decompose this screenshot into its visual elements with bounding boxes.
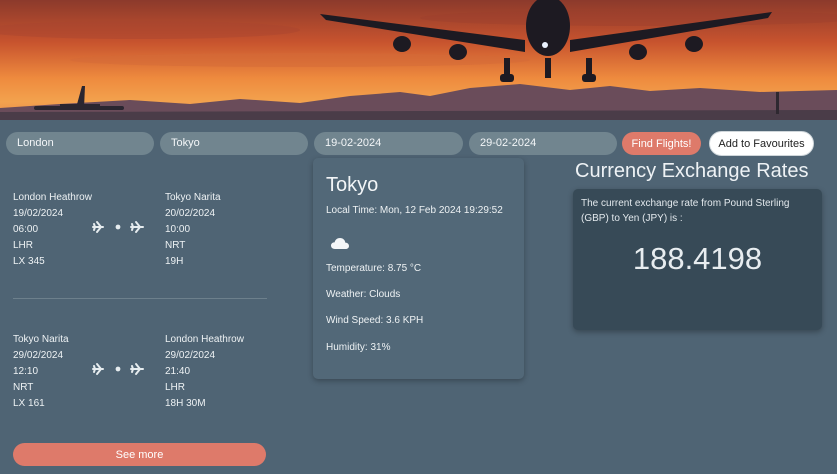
arrival-code: LHR	[165, 382, 186, 393]
arrival-time: 10:00	[165, 224, 191, 235]
airplane-sunset-image	[0, 0, 837, 120]
flight-route-icon	[92, 363, 144, 375]
weather-city: Tokyo	[326, 174, 379, 196]
local-time: Local Time: Mon, 12 Feb 2024 19:29:52	[326, 205, 503, 216]
flight-results: London Heathrow 19/02/2024 06:00 LHR LX …	[0, 160, 300, 474]
temperature: Temperature: 8.75 °C	[326, 263, 422, 274]
see-more-button[interactable]: See more	[13, 443, 266, 466]
currency-title: Currency Exchange Rates	[575, 160, 809, 182]
inbound-arrival: London Heathrow 29/02/2024 21:40 LHR 18H…	[165, 332, 285, 412]
cloud-icon	[331, 238, 349, 249]
flight-number: LX 345	[13, 256, 45, 267]
weather-card: Tokyo Local Time: Mon, 12 Feb 2024 19:29…	[313, 158, 524, 379]
find-flights-button[interactable]: Find Flights!	[622, 132, 701, 155]
arrival-code: NRT	[165, 240, 186, 251]
exchange-rate-value: 188.4198	[632, 241, 763, 276]
arrival-date: 29/02/2024	[165, 350, 216, 361]
arrival-airport: London Heathrow	[165, 334, 244, 345]
departure-airport: London Heathrow	[13, 192, 92, 203]
wind-speed: Wind Speed: 3.6 KPH	[326, 315, 424, 326]
currency-card: The current exchange rate from Pound Ste…	[573, 189, 822, 330]
destination-input[interactable]	[160, 132, 308, 155]
flight-route-icon	[92, 221, 144, 233]
arrival-airport: Tokyo Narita	[165, 192, 221, 203]
arrival-time: 21:40	[165, 366, 191, 377]
exchange-description: The current exchange rate from Pound Ste…	[581, 198, 790, 224]
search-bar: Find Flights! Add to Favourites	[6, 131, 831, 156]
origin-input[interactable]	[6, 132, 154, 155]
departure-airport: Tokyo Narita	[13, 334, 69, 345]
departure-code: LHR	[13, 240, 34, 251]
return-date-input[interactable]	[469, 132, 617, 155]
arrival-date: 20/02/2024	[165, 208, 216, 219]
flight-number: LX 161	[13, 398, 45, 409]
flight-duration: 18H 30M	[165, 398, 206, 409]
humidity: Humidity: 31%	[326, 342, 391, 353]
weather-condition: Weather: Clouds	[326, 289, 401, 300]
flight-divider	[13, 298, 267, 299]
outbound-arrival: Tokyo Narita 20/02/2024 10:00 NRT 19H	[165, 190, 285, 270]
departure-code: NRT	[13, 382, 34, 393]
depart-date-input[interactable]	[314, 132, 463, 155]
hero-banner	[0, 0, 837, 120]
flight-duration: 19H	[165, 256, 184, 267]
add-to-favourites-button[interactable]: Add to Favourites	[709, 131, 814, 156]
